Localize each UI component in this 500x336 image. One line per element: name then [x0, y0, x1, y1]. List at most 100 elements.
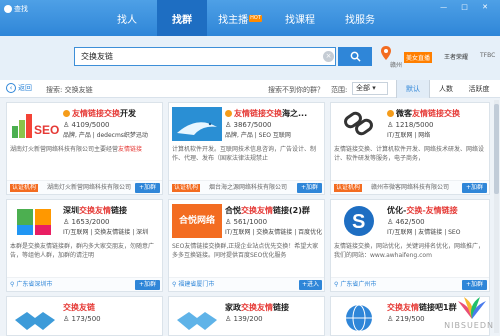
- hot-badge: HOT: [249, 14, 262, 22]
- sort-activity[interactable]: 活跃度: [462, 80, 496, 98]
- card-footer: 认证机构 烟台海之源网络科技有限公司 +加群: [169, 180, 324, 194]
- tab-label: 找课程: [285, 14, 315, 26]
- card-footer: ⚲ 广东省深圳市 +加群: [7, 277, 162, 291]
- app-name: 查找: [14, 5, 28, 13]
- member-count-value: 1653/2000: [71, 218, 110, 226]
- tab-label: 找群: [172, 14, 192, 26]
- group-avatar: SEO: [10, 107, 60, 141]
- group-avatar: [172, 107, 222, 141]
- range-select[interactable]: 全部 ▾: [352, 82, 388, 95]
- seo-logo-icon: SEO: [12, 114, 59, 138]
- join-group-button[interactable]: +加群: [134, 183, 160, 193]
- group-avatar: [10, 301, 60, 335]
- group-description: 计算机软件开发。互联网技术信息咨询，广告设计、制作、代理、发布（国家法律法规禁止: [172, 145, 322, 163]
- group-tags: 品牌, 产品 | dedecms织梦迅动: [63, 132, 148, 139]
- back-label: 返回: [18, 84, 32, 92]
- verified-icon: [387, 110, 394, 117]
- desc-text: 计算机软件开发。互联网技术信息咨询，广告设计、制作、代理、发布（国家法律法规禁止: [172, 146, 317, 162]
- sort-default[interactable]: 默认: [396, 80, 430, 98]
- title-highlight: 交换: [406, 206, 423, 215]
- title-highlight: 交换友情: [387, 303, 419, 312]
- title-highlight: 交换友情: [241, 303, 273, 312]
- tab-find-services[interactable]: 找服务: [332, 0, 388, 36]
- user-name[interactable]: 王者荣耀: [444, 52, 468, 61]
- join-group-button[interactable]: +加群: [296, 183, 322, 193]
- filter-bar: ‹ 返回 搜索: 交换友链 搜索不到你的群？ 范围: 全部 ▾ 默认 人数 活跃度: [0, 80, 500, 98]
- desc-text: 友情链接交换，网站优化，关键词排名优化，网络推广，我们的网站：www.awhai…: [334, 243, 484, 259]
- join-group-button[interactable]: +加群: [134, 280, 160, 290]
- group-card[interactable]: 深圳交换友情链接 ♙ 1653/2000 IT/互联网 | 交换友情链接 | 深…: [6, 199, 163, 292]
- group-card[interactable]: S 优化-交换-友情链接 ♙ 462/500 IT/互联网 | 友情链接 | S…: [330, 199, 490, 292]
- group-tags: IT/互联网 | 交换友情链接 | 百度优化: [225, 229, 323, 236]
- member-count: ♙ 173/500: [63, 315, 101, 323]
- group-title[interactable]: 深圳交换友情链接: [63, 205, 161, 216]
- watermark: NIBSUEDN: [444, 321, 494, 330]
- group-card[interactable]: 友情链接交换海之... ♙ 3867/5000 品牌, 产品 | SEO 互联网…: [168, 102, 325, 195]
- title-part: 链接: [273, 303, 289, 312]
- group-title[interactable]: 交换友链: [63, 302, 161, 313]
- group-title[interactable]: 家政交换友情链接: [225, 302, 323, 313]
- title-part: 交换: [63, 303, 79, 312]
- range-value: 全部: [356, 84, 370, 92]
- location-text: 广东省广州市: [340, 281, 377, 288]
- member-count: ♙ 139/200: [225, 315, 263, 323]
- join-group-button[interactable]: +加群: [461, 183, 487, 193]
- svg-text:S: S: [352, 211, 365, 233]
- tab-find-hosts[interactable]: 找主播 HOT: [212, 0, 268, 36]
- join-group-button[interactable]: +加群: [461, 280, 487, 290]
- member-count: ♙ 219/500: [387, 315, 425, 323]
- s-logo-icon: S: [344, 206, 374, 236]
- title-highlight: 友链: [79, 303, 95, 312]
- window-controls[interactable]: — □ ✕: [440, 3, 494, 11]
- desc-text: SEO友情链接交换群,正规企业站点优先交换！希望大家多多互换链接。同时提供百度S…: [172, 243, 319, 259]
- group-title[interactable]: 合悦交换友情链接(2)群: [225, 205, 323, 216]
- location-label: ⚲ 福建省厦门市: [172, 281, 215, 288]
- search-input[interactable]: 交换友链: [74, 47, 336, 66]
- title-highlight: 链接: [88, 109, 104, 118]
- group-tags: IT/互联网 | 网络: [387, 132, 431, 139]
- chain-link-icon: [344, 111, 373, 136]
- tab-find-groups[interactable]: 找群: [157, 0, 207, 36]
- puzzle-icon: [17, 209, 51, 235]
- title-part: 交换: [104, 109, 120, 118]
- location-label: ⚲ 广东省深圳市: [10, 281, 53, 288]
- group-avatar: S: [334, 204, 384, 238]
- group-tags: IT/互联网 | 友情链接 | SEO: [387, 229, 461, 236]
- scrollbar-thumb[interactable]: [494, 104, 499, 194]
- desc-text: 湖南灯火新营网络科技有限公司主要经营: [10, 146, 119, 153]
- enter-group-button[interactable]: +进入: [298, 280, 322, 290]
- tab-find-courses[interactable]: 找课程: [272, 0, 328, 36]
- group-description: 本群是交换友情链接群，群内多大家交朋友，勿随意广告，等组他人群，加群的请注明: [10, 242, 160, 260]
- member-count: ♙ 3867/5000: [225, 121, 272, 129]
- group-card[interactable]: 合悦网络 合悦交换友情链接(2)群 ♙ 561/1000 IT/互联网 | 交换…: [168, 199, 325, 292]
- group-card[interactable]: 微客友情链接交换 ♙ 1218/5000 IT/互联网 | 网络 友情链接交换、…: [330, 102, 490, 195]
- title-part: 交换: [266, 109, 282, 118]
- tab-label: 找人: [117, 14, 137, 26]
- clear-icon[interactable]: ×: [323, 51, 334, 62]
- tab-find-people[interactable]: 找人: [102, 0, 152, 36]
- verified-icon: [63, 110, 70, 117]
- live-badge[interactable]: 美女直播: [404, 52, 433, 63]
- verified-icon: [225, 110, 232, 117]
- group-card[interactable]: 交换友链 ♙ 173/500: [6, 296, 163, 336]
- search-button[interactable]: [338, 47, 372, 66]
- city-label[interactable]: 赣州: [390, 60, 402, 69]
- sort-members[interactable]: 人数: [430, 80, 462, 98]
- title-part: -友情: [422, 206, 442, 215]
- group-card[interactable]: 家政交换友情链接 ♙ 139/200: [168, 296, 325, 336]
- group-title[interactable]: 友情链接交换开发: [63, 108, 161, 119]
- title-part: 微客: [396, 109, 412, 118]
- group-title[interactable]: 友情链接交换海之...: [225, 108, 323, 119]
- group-title[interactable]: 优化-交换-友情链接: [387, 205, 485, 216]
- title-part: 链接: [111, 206, 127, 215]
- back-button[interactable]: ‹ 返回: [6, 83, 32, 93]
- not-found-link[interactable]: 搜索不到你的群？: [268, 85, 324, 95]
- scrollbar[interactable]: [494, 100, 499, 333]
- location-pin-icon[interactable]: [380, 46, 392, 60]
- location-label: ⚲ 广东省广州市: [334, 281, 377, 288]
- group-title[interactable]: 微客友情链接交换: [387, 108, 485, 119]
- group-description: 友情链接交换、计算机软件开发、网络技术研发、网络设计、软件研发等服务，电子商务，: [334, 145, 484, 163]
- tab-label: 找服务: [345, 14, 375, 26]
- search-scope-label: 搜索: 交换友链: [46, 86, 93, 94]
- group-card[interactable]: SEO 友情链接交换开发 ♙ 4109/5000 品牌, 产品 | dedecm…: [6, 102, 163, 195]
